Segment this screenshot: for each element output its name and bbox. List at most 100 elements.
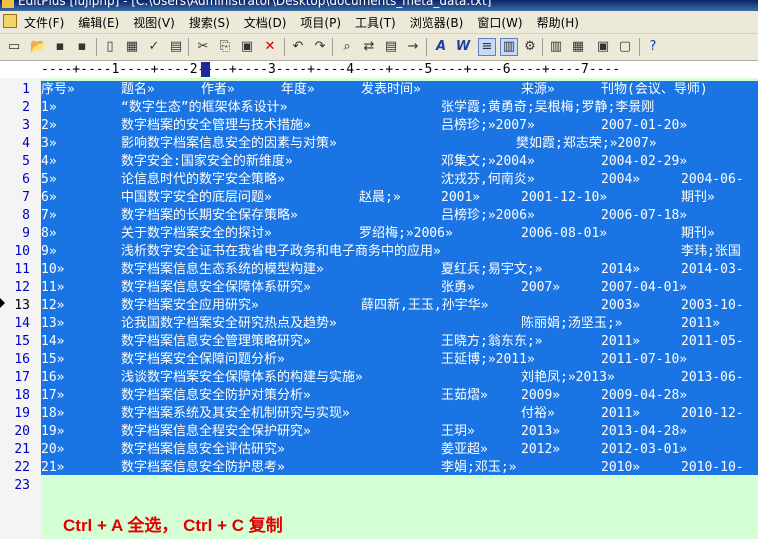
find-in-files-icon[interactable]: ▤ bbox=[383, 39, 399, 55]
row-cell: “数字生态”的框架体系设计» bbox=[121, 100, 288, 115]
row-cell: 影响数字档案信息安全的因素与对策» bbox=[121, 136, 337, 151]
split-icon[interactable]: ▥ bbox=[548, 39, 564, 55]
annotation-text: Ctrl + A 全选， Ctrl + C 复制 bbox=[63, 516, 283, 535]
row-cell: 19» bbox=[41, 424, 65, 439]
line-number: 9 bbox=[22, 226, 30, 241]
row-cell: 10» bbox=[41, 262, 65, 277]
row-cell: 关于数字档案安全的探讨» bbox=[121, 226, 272, 241]
close-window-icon[interactable]: ▣ bbox=[595, 39, 611, 55]
row-cell: 陈丽娟;汤坚玉;» bbox=[521, 316, 623, 331]
line-number: 5 bbox=[22, 154, 30, 169]
row-cell: 11» bbox=[41, 280, 65, 295]
word-wrap-icon[interactable]: W bbox=[455, 39, 471, 55]
row-cell: 2011» bbox=[681, 316, 721, 331]
header-cell: 来源» bbox=[521, 82, 555, 97]
undo-icon[interactable]: ↶ bbox=[290, 39, 306, 55]
menu-item-5[interactable]: 项目(P) bbox=[300, 14, 341, 31]
row-cell: 2011-05- bbox=[681, 334, 744, 349]
fullscreen-icon[interactable]: ▢ bbox=[617, 39, 633, 55]
menu-item-9[interactable]: 帮助(H) bbox=[537, 14, 579, 31]
app-icon bbox=[2, 0, 14, 8]
open-icon[interactable]: 📂 bbox=[30, 39, 46, 55]
header-cell: 刊物(会议、导师) bbox=[601, 82, 708, 97]
row-cell: 2010» bbox=[601, 460, 641, 475]
menu-item-1[interactable]: 编辑(E) bbox=[78, 14, 119, 31]
row-cell: 中国数字安全的底层问题» bbox=[121, 190, 272, 205]
row-cell: 数字档案的长期安全保存策略» bbox=[121, 208, 298, 223]
save-all-icon[interactable]: ▪ bbox=[74, 39, 90, 55]
toolbar-separator bbox=[639, 38, 640, 56]
document-icon[interactable] bbox=[3, 14, 17, 28]
menu-item-0[interactable]: 文件(F) bbox=[24, 14, 64, 31]
menu-item-7[interactable]: 浏览器(B) bbox=[410, 14, 464, 31]
row-cell: 2009» bbox=[521, 388, 561, 403]
replace-icon[interactable]: ⇄ bbox=[361, 39, 377, 55]
paste-icon[interactable]: ▣ bbox=[239, 39, 255, 55]
toggle-icon[interactable]: ≡ bbox=[478, 38, 496, 56]
row-cell: 20» bbox=[41, 442, 65, 457]
current-line-marker-icon bbox=[0, 298, 5, 308]
row-cell: 13» bbox=[41, 316, 65, 331]
spellcheck-icon[interactable]: ✓ bbox=[146, 39, 162, 55]
document-icon[interactable]: ▤ bbox=[168, 39, 184, 55]
row-cell: 数字档案信息安全防护对策分析» bbox=[121, 388, 311, 403]
row-cell: 张勇» bbox=[441, 280, 475, 295]
row-cell: 期刊» bbox=[681, 190, 715, 205]
row-cell: 李娟;邓玉;» bbox=[441, 460, 517, 475]
line-number: 3 bbox=[22, 118, 30, 133]
print-preview-icon[interactable]: ▯ bbox=[102, 39, 118, 55]
row-cell: 2013» bbox=[521, 424, 561, 439]
font-icon[interactable]: A bbox=[433, 39, 449, 55]
row-cell: 2012» bbox=[521, 442, 561, 457]
redo-icon[interactable]: ↷ bbox=[312, 39, 328, 55]
row-cell: 21» bbox=[41, 460, 65, 475]
row-cell: 14» bbox=[41, 334, 65, 349]
row-cell: 2004-06- bbox=[681, 172, 744, 187]
print-icon[interactable]: ▦ bbox=[124, 39, 140, 55]
row-cell: 数字档案信息安全管理策略研究» bbox=[121, 334, 311, 349]
column-select-icon[interactable]: ▥ bbox=[500, 38, 518, 56]
header-cell: 题名» bbox=[121, 82, 155, 97]
row-cell: 吕榜珍;»2007» bbox=[441, 118, 535, 133]
row-cell: 数字档案信息生态系统的模型构建» bbox=[121, 262, 324, 277]
menu-item-3[interactable]: 搜索(S) bbox=[189, 14, 230, 31]
menu-item-6[interactable]: 工具(T) bbox=[355, 14, 396, 31]
settings-icon[interactable]: ⚙ bbox=[522, 39, 538, 55]
toolbar-separator bbox=[96, 38, 97, 56]
row-cell: 15» bbox=[41, 352, 65, 367]
row-cell: 1» bbox=[41, 100, 57, 115]
cut-icon[interactable]: ✂ bbox=[195, 39, 211, 55]
row-cell: 王茹熠» bbox=[441, 388, 488, 403]
find-icon[interactable]: ⌕ bbox=[339, 39, 355, 55]
row-cell: 邓集文;»2004» bbox=[441, 154, 535, 169]
row-cell: 论我国数字档案安全研究热点及趋势» bbox=[121, 316, 337, 331]
menu-item-8[interactable]: 窗口(W) bbox=[477, 14, 522, 31]
goto-icon[interactable]: → bbox=[405, 39, 421, 55]
menu-item-4[interactable]: 文档(D) bbox=[244, 14, 287, 31]
line-number: 14 bbox=[14, 316, 30, 331]
data-row: 15» 数字档案安全保障问题分析» 王延博;»2011» 2011-07-10» bbox=[41, 351, 758, 369]
row-cell: 2» bbox=[41, 118, 57, 133]
menu-item-2[interactable]: 视图(V) bbox=[133, 14, 175, 31]
save-icon[interactable]: ▪ bbox=[52, 39, 68, 55]
new-icon[interactable]: ▭ bbox=[6, 39, 22, 55]
line-number: 20 bbox=[14, 424, 30, 439]
line-number: 16 bbox=[14, 352, 30, 367]
data-row: 11» 数字档案信息安全保障体系研究» 张勇» 2007» 2007-04-01» bbox=[41, 279, 758, 297]
row-cell: 樊如霞;郑志荣;»2007» bbox=[516, 136, 657, 151]
copy-icon[interactable]: ⎘ bbox=[217, 39, 233, 55]
data-row: 7» 数字档案的长期安全保存策略» 吕榜珍;»2006» 2006-07-18» bbox=[41, 207, 758, 225]
row-cell: 2012-03-01» bbox=[601, 442, 688, 457]
line-number: 17 bbox=[14, 370, 30, 385]
delete-icon[interactable]: ✕ bbox=[262, 39, 278, 55]
tile-icon[interactable]: ▦ bbox=[570, 39, 586, 55]
row-cell: 王晓方;翁东东;» bbox=[441, 334, 543, 349]
help-icon[interactable]: ? bbox=[645, 39, 661, 55]
line-number: 12 bbox=[14, 280, 30, 295]
row-cell: 薛四新,王玉,孙宇华» bbox=[361, 298, 489, 313]
data-row: 5» 论信息时代的数字安全策略» 沈戎芬,何南炎» 2004» 2004-06- bbox=[41, 171, 758, 189]
data-row: 21» 数字档案信息安全防护思考» 李娟;邓玉;» 2010» 2010-10- bbox=[41, 459, 758, 477]
ruler-column-marker bbox=[201, 62, 210, 77]
data-row: 9» 浅析数字安全证书在我省电子政务和电子商务中的应用» 李玮;张国 bbox=[41, 243, 758, 261]
data-row: 18» 数字档案系统及其安全机制研究与实现» 付裕» 2011» 2010-12- bbox=[41, 405, 758, 423]
